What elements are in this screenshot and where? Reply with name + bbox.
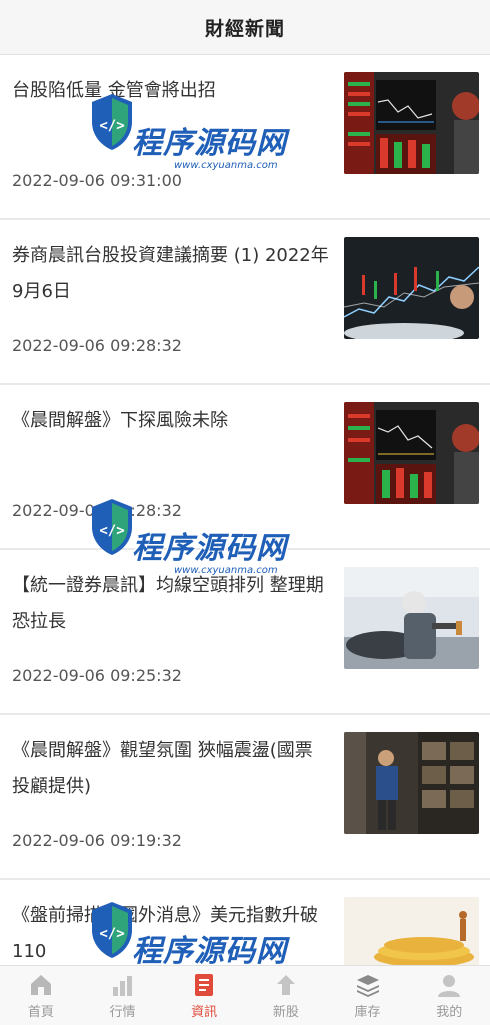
tab-new-stock[interactable]: 新股: [245, 966, 327, 1025]
news-time: 2022-09-06 09:25:32: [12, 666, 182, 685]
chart-icon: [112, 975, 132, 996]
tab-label: 資訊: [191, 1004, 218, 1020]
layers-icon: [356, 974, 379, 997]
news-item[interactable]: 台股陷低量 金管會將出招 2022-09-06 09:31:00: [0, 55, 490, 220]
news-time: 2022-09-06 09:28:32: [12, 501, 182, 520]
news-list: 台股陷低量 金管會將出招 2022-09-06 09:31:00 券商晨訊台股投…: [0, 55, 490, 965]
news-thumbnail[interactable]: [344, 567, 479, 669]
news-thumbnail[interactable]: [344, 72, 479, 174]
news-thumbnail[interactable]: [344, 897, 479, 965]
tab-profile[interactable]: 我的: [408, 966, 490, 1025]
news-item[interactable]: 【統一證券晨訊】均線空頭排列 整理期恐拉長 2022-09-06 09:25:3…: [0, 550, 490, 715]
home-icon: [30, 974, 51, 995]
news-thumbnail[interactable]: [344, 732, 479, 834]
tab-home[interactable]: 首頁: [0, 966, 82, 1025]
news-headline[interactable]: 台股陷低量 金管會將出招: [12, 73, 330, 109]
bottom-tab-bar: 首頁 行情 資訊 新股 庫存 我的: [0, 965, 490, 1025]
tab-label: 新股: [272, 1004, 299, 1020]
news-time: 2022-09-06 09:28:32: [12, 336, 182, 355]
news-headline[interactable]: 《盤前掃描》國外消息》美元指數升破110: [12, 898, 330, 965]
news-thumbnail[interactable]: [344, 237, 479, 339]
tab-inventory[interactable]: 庫存: [327, 966, 409, 1025]
user-icon: [438, 974, 461, 997]
page-title: 財經新聞: [204, 17, 285, 40]
news-thumbnail[interactable]: [344, 402, 479, 504]
tab-label: 我的: [436, 1004, 463, 1020]
tab-news[interactable]: 資訊: [163, 966, 245, 1025]
tab-label: 行情: [109, 1004, 136, 1020]
news-icon: [195, 973, 214, 996]
news-item[interactable]: 《晨間解盤》下探風險未除 2022-09-06 09:28:32: [0, 385, 490, 550]
news-item[interactable]: 券商晨訊台股投資建議摘要 (1) 2022年9月6日 2022-09-06 09…: [0, 220, 490, 385]
tab-label: 庫存: [354, 1004, 381, 1020]
app-header: 財經新聞: [0, 0, 490, 55]
news-headline[interactable]: 券商晨訊台股投資建議摘要 (1) 2022年9月6日: [12, 238, 330, 310]
news-item[interactable]: 《盤前掃描》國外消息》美元指數升破110: [0, 880, 490, 965]
news-time: 2022-09-06 09:31:00: [12, 171, 182, 190]
tab-label: 首頁: [27, 1004, 54, 1020]
new-stock-icon: [276, 974, 295, 995]
tab-market[interactable]: 行情: [82, 966, 164, 1025]
news-headline[interactable]: 《晨間解盤》下探風險未除: [12, 403, 330, 439]
news-item[interactable]: 《晨間解盤》觀望氛圍 狹幅震盪(國票投顧提供) 2022-09-06 09:19…: [0, 715, 490, 880]
news-headline[interactable]: 【統一證券晨訊】均線空頭排列 整理期恐拉長: [12, 568, 330, 640]
news-headline[interactable]: 《晨間解盤》觀望氛圍 狹幅震盪(國票投顧提供): [12, 733, 330, 805]
news-time: 2022-09-06 09:19:32: [12, 831, 182, 850]
